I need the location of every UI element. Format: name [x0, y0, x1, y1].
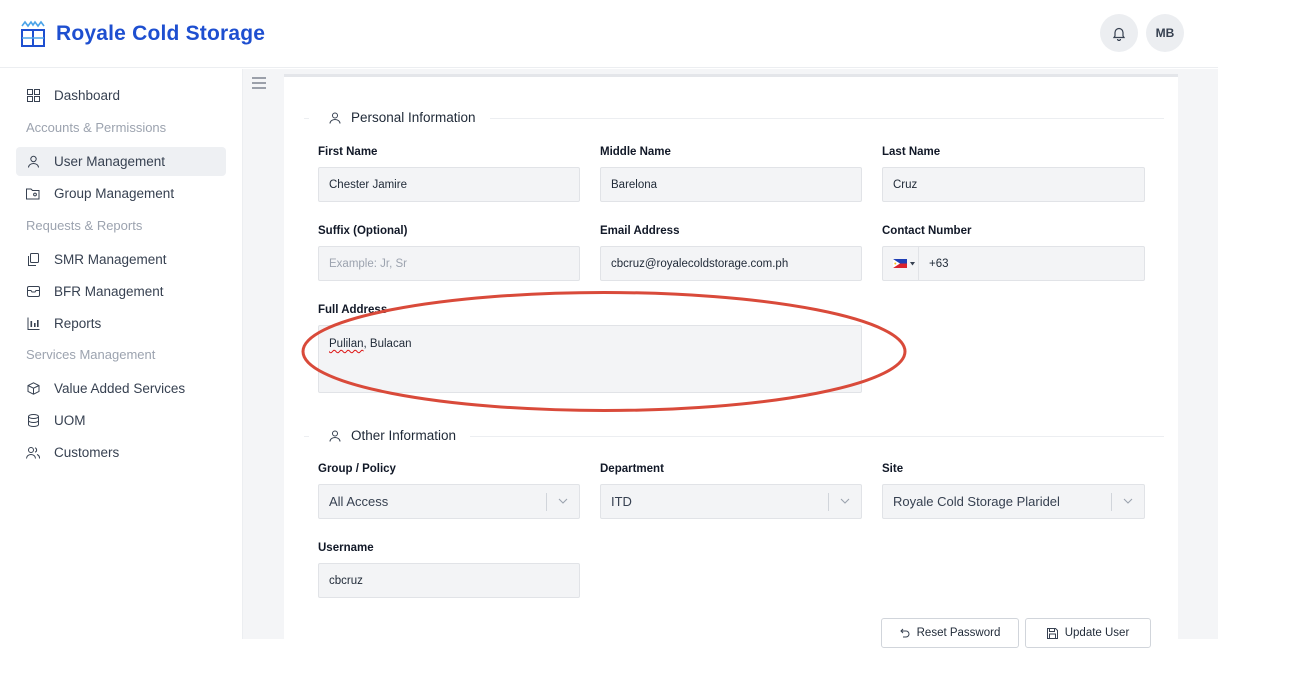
contact-label: Contact Number [882, 225, 972, 237]
site-value: Royale Cold Storage Plaridel [893, 494, 1060, 509]
top-header: Royale Cold Storage MB [0, 0, 1218, 68]
button-label: Update User [1064, 627, 1130, 639]
brand[interactable]: Royale Cold Storage [20, 20, 265, 48]
folder-user-icon [26, 187, 40, 201]
sidebar-item-label: User Management [54, 154, 166, 169]
divider [828, 493, 829, 511]
reset-password-button[interactable]: Reset Password [881, 618, 1019, 648]
other-info-heading: Other Information [309, 428, 471, 443]
middle-name-label: Middle Name [600, 146, 671, 158]
philippines-flag-icon [893, 259, 907, 268]
last-name-label: Last Name [882, 146, 941, 158]
username-field[interactable]: cbcruz [318, 563, 580, 598]
divider [1111, 493, 1112, 511]
group-policy-value: All Access [329, 494, 389, 509]
chevron-down-icon [1123, 498, 1133, 504]
personal-info-heading: Personal Information [309, 110, 490, 125]
sidebar-item-bfr-management[interactable]: BFR Management [16, 277, 226, 306]
inbox-icon [26, 285, 40, 299]
department-select[interactable]: ITD [600, 484, 862, 519]
section-accounts: Accounts & Permissions [26, 120, 167, 135]
section-services: Services Management [26, 347, 156, 362]
username-label: Username [318, 542, 374, 554]
section-title-text: Other Information [351, 428, 457, 443]
update-user-button[interactable]: Update User [1025, 618, 1151, 648]
chevron-down-icon [840, 498, 850, 504]
undo-icon [899, 628, 910, 638]
sidebar-item-label: Customers [54, 445, 120, 460]
sidebar-item-reports[interactable]: Reports [16, 309, 226, 338]
button-label: Reset Password [916, 627, 1001, 639]
sidebar-item-label: SMR Management [54, 252, 167, 267]
app: Royale Cold Storage MB Dashboard Account… [0, 0, 1293, 693]
department-label: Department [600, 463, 664, 475]
copy-icon [26, 253, 40, 267]
database-icon [26, 414, 40, 428]
sidebar-item-label: Value Added Services [54, 381, 186, 396]
caret-down-icon [910, 261, 915, 265]
user-avatar[interactable]: MB [1146, 14, 1184, 52]
site-select[interactable]: Royale Cold Storage Plaridel [882, 484, 1145, 519]
department-value: ITD [611, 494, 632, 509]
country-code-selector[interactable] [893, 259, 915, 268]
menu-toggle-icon[interactable] [251, 76, 267, 90]
group-policy-select[interactable]: All Access [318, 484, 580, 519]
email-field[interactable]: cbcruz@royalecoldstorage.com.ph [600, 246, 862, 281]
group-policy-label: Group / Policy [318, 463, 396, 475]
sidebar-item-uom[interactable]: UOM [16, 406, 226, 435]
sidebar-item-smr-management[interactable]: SMR Management [16, 245, 226, 274]
annotation-circle [301, 291, 907, 412]
sidebar-item-dashboard[interactable]: Dashboard [16, 81, 226, 110]
last-name-field[interactable]: Cruz [882, 167, 1145, 202]
divider [546, 493, 547, 511]
brand-name: Royale Cold Storage [56, 22, 266, 45]
sidebar-item-label: UOM [54, 413, 86, 428]
sidebar: Dashboard Accounts & Permissions User Ma… [0, 69, 243, 639]
sidebar-item-label: BFR Management [54, 284, 164, 299]
users-icon [26, 446, 40, 460]
user-icon [329, 430, 341, 442]
first-name-field[interactable]: Chester Jamire [318, 167, 580, 202]
site-label: Site [882, 463, 904, 475]
notifications-button[interactable] [1100, 14, 1138, 52]
contact-number-field[interactable]: +63 [882, 246, 1145, 281]
save-icon [1046, 627, 1058, 639]
section-requests: Requests & Reports [26, 218, 143, 233]
bell-icon [1112, 27, 1126, 41]
sidebar-item-label: Dashboard [54, 88, 121, 103]
section-title-text: Personal Information [351, 110, 476, 125]
user-icon [26, 155, 40, 169]
cube-icon [26, 382, 40, 396]
sidebar-item-value-added-services[interactable]: Value Added Services [16, 374, 226, 403]
suffix-label: Suffix (Optional) [318, 225, 408, 237]
sidebar-item-user-management[interactable]: User Management [16, 147, 226, 176]
sidebar-item-customers[interactable]: Customers [16, 438, 226, 467]
email-label: Email Address [600, 225, 680, 237]
user-icon [329, 112, 341, 124]
sidebar-item-label: Group Management [54, 186, 175, 201]
divider [918, 247, 919, 280]
warehouse-logo-icon [21, 20, 45, 47]
chevron-down-icon [558, 498, 568, 504]
sidebar-item-group-management[interactable]: Group Management [16, 179, 226, 208]
contact-prefix: +63 [929, 257, 949, 270]
first-name-label: First Name [318, 146, 378, 158]
dashboard-icon [26, 89, 40, 103]
suffix-field[interactable]: Example: Jr, Sr [318, 246, 580, 281]
middle-name-field[interactable]: Barelona [600, 167, 862, 202]
bar-chart-icon [26, 317, 40, 331]
sidebar-item-label: Reports [54, 316, 102, 331]
